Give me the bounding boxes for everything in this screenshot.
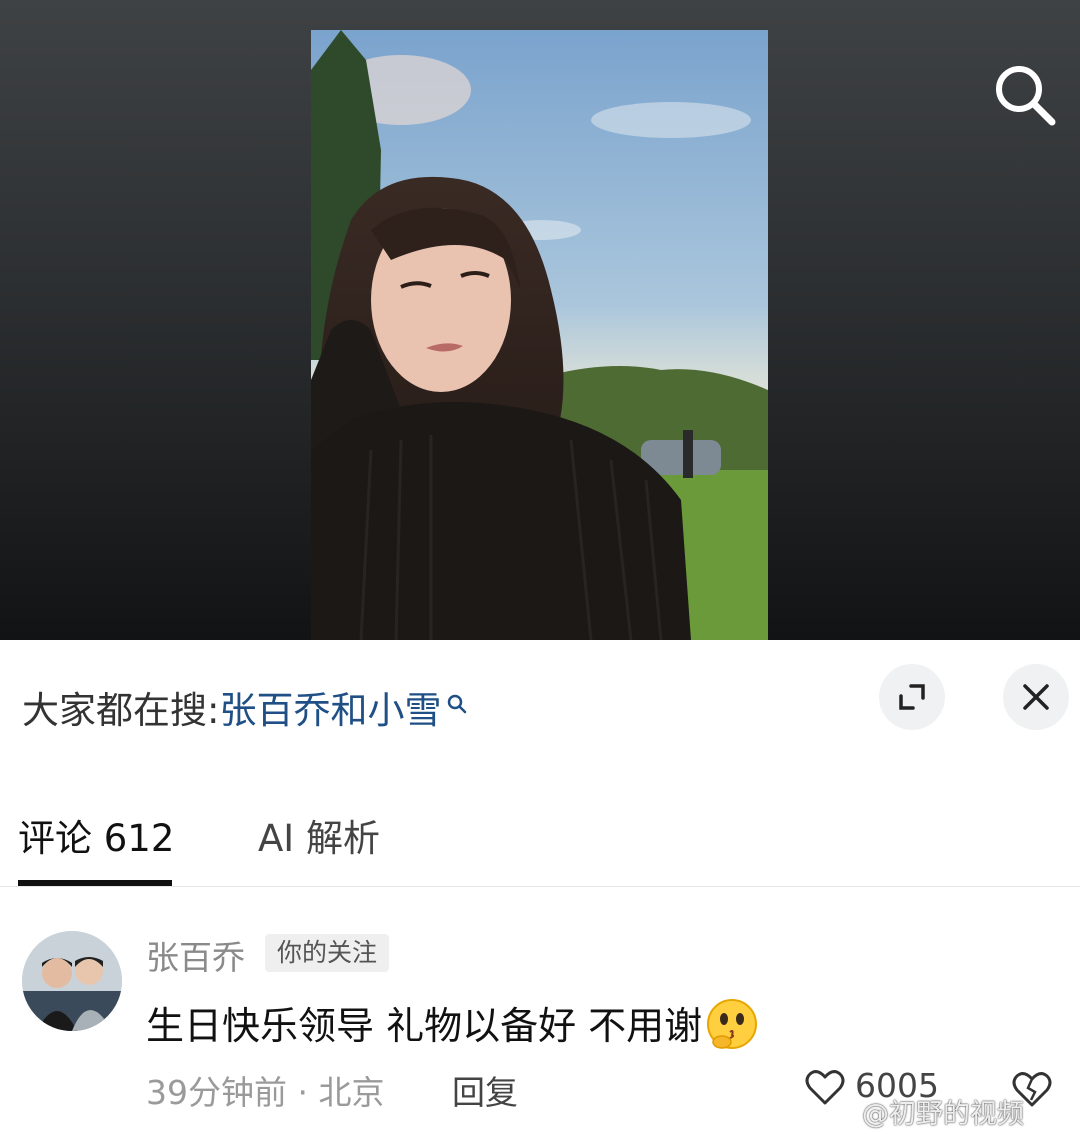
tab-comments[interactable]: 评论 612 [18, 808, 174, 862]
search-icon [996, 66, 1056, 126]
comment-author[interactable]: 张百乔 [146, 931, 245, 979]
video-thumbnail[interactable] [311, 30, 768, 640]
hot-search-row[interactable]: 大家都在搜:张百乔和小雪 [22, 680, 469, 734]
active-tab-indicator [18, 880, 172, 886]
watermark-text: @初野的视频 [862, 1099, 1024, 1130]
comment-time-location: 39分钟前 · 北京 [146, 1073, 385, 1112]
tab-ai-analysis[interactable]: AI 解析 [258, 808, 380, 862]
weibo-logo [832, 1093, 864, 1121]
close-button[interactable] [1003, 664, 1069, 730]
thinking-kiss-emoji [704, 996, 760, 1061]
comment-text: 生日快乐领导 礼物以备好 不用谢 [146, 1004, 703, 1048]
following-badge: 你的关注 [265, 934, 390, 972]
comment-text-row: 生日快乐领导 礼物以备好 不用谢 [146, 995, 760, 1061]
expand-button[interactable] [879, 664, 945, 730]
hot-search-prefix: 大家都在搜: [22, 689, 220, 732]
expand-icon [899, 684, 925, 710]
selfie-photo [311, 30, 768, 640]
avatar[interactable] [22, 931, 122, 1031]
close-icon [1023, 684, 1049, 710]
search-icon-small [445, 682, 469, 725]
video-player[interactable] [0, 0, 1080, 640]
tab-bar: 评论 612 AI 解析 [0, 800, 1080, 887]
search-button[interactable] [990, 60, 1060, 130]
hot-search-term[interactable]: 张百乔和小雪 [219, 689, 441, 732]
reply-button[interactable]: 回复 [452, 1066, 518, 1114]
